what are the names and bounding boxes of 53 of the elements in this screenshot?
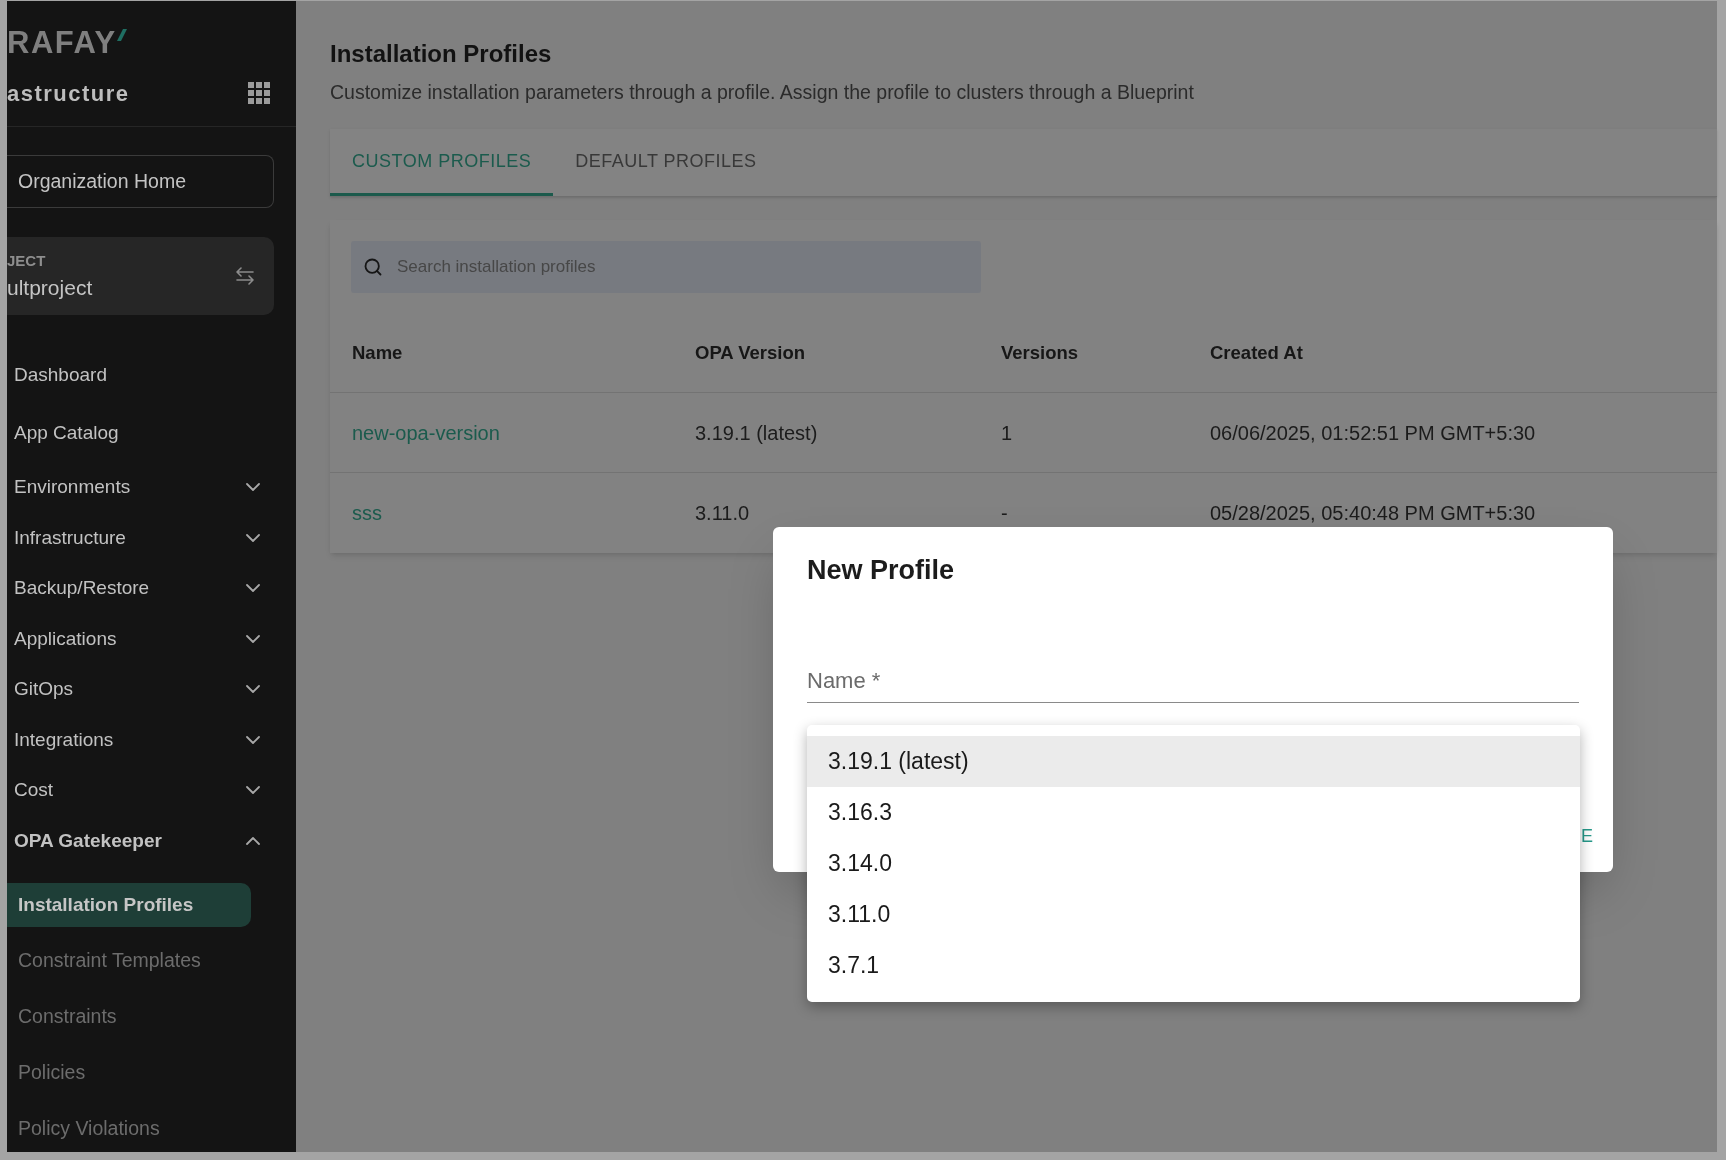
nav-group[interactable]: GitOps (7, 664, 296, 715)
column-header: Name (352, 340, 403, 365)
table-cell-text: 05/28/2025, 05:40:48 PM GMT+5:30 (1210, 501, 1536, 526)
nav-group[interactable]: Applications (7, 613, 296, 664)
logo-accent-icon (116, 29, 127, 41)
chevron-down-icon (246, 483, 260, 492)
app-grid-icon[interactable] (248, 82, 270, 104)
nav-subitem[interactable]: Policy Violations (7, 1107, 251, 1151)
table-cell-text: 3.11.0 (695, 501, 750, 526)
table-cell-text: 06/06/2025, 01:52:51 PM GMT+5:30 (1210, 420, 1536, 446)
search-icon (363, 257, 383, 277)
version-option[interactable]: 3.19.1 (latest) (807, 736, 1580, 787)
chevron-down-icon (246, 584, 260, 593)
project-name: ultproject (7, 276, 93, 300)
nav-group[interactable]: Backup/Restore (7, 563, 296, 614)
table-cell-text: 3.19.1 (latest) (695, 420, 818, 446)
chevron-down-icon (246, 735, 260, 744)
nav-item[interactable]: App Catalog (7, 404, 296, 462)
nav-group[interactable]: Integrations (7, 714, 296, 765)
nav-subitem[interactable]: Constraints (7, 995, 251, 1039)
nav-subitem[interactable]: Installation Profiles (7, 883, 251, 927)
chevron-down-icon (246, 634, 260, 643)
chevron-down-icon (246, 533, 260, 542)
chevron-down-icon (246, 786, 260, 795)
column-header: Created At (1210, 340, 1303, 365)
column-header: OPA Version (695, 340, 805, 365)
brand-logo: RAFAY (7, 27, 117, 59)
nav-item[interactable]: Dashboard (7, 346, 296, 404)
page-subtitle: Customize installation parameters through a profile. Assign the profile to clusters through a Blueprint (330, 80, 1194, 104)
nav-subitem[interactable]: Constraint Templates (7, 939, 251, 983)
swap-arrows-icon[interactable] (236, 267, 254, 285)
version-option[interactable]: 3.16.3 (807, 787, 1580, 838)
version-option[interactable]: 3.7.1 (807, 940, 1580, 991)
version-option[interactable]: 3.14.0 (807, 838, 1580, 889)
dialog-title: New Profile (807, 554, 955, 586)
search-field[interactable]: Search installation profiles (351, 241, 981, 293)
nav-group[interactable]: Cost (7, 765, 296, 816)
chevron-up-icon (246, 836, 260, 845)
nav-group[interactable]: Environments (7, 462, 296, 513)
chevron-down-icon (246, 685, 260, 694)
nav-group[interactable]: Infrastructure (7, 512, 296, 563)
column-header: Versions (1001, 340, 1079, 365)
organization-home-button[interactable]: Organization Home (7, 155, 274, 208)
workspace-name: astructure (7, 79, 130, 108)
version-option[interactable]: 3.11.0 (807, 889, 1580, 940)
project-selector[interactable]: JECT ultproject (7, 237, 274, 315)
project-label: JECT (7, 252, 47, 270)
table-cell-text: 1 (1001, 420, 1013, 446)
nav-subitem[interactable]: Policies (7, 1051, 251, 1095)
page-title: Installation Profiles (330, 40, 552, 68)
nav-group[interactable]: OPA Gatekeeper (7, 815, 296, 866)
name-field[interactable]: Name * (807, 659, 1579, 703)
table-cell-text: - (1001, 501, 1008, 526)
